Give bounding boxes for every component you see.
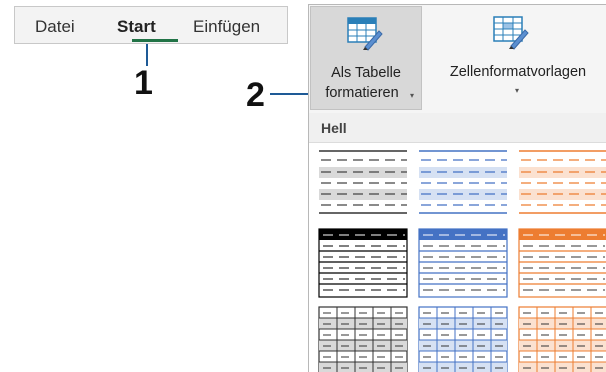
table-style-light-9[interactable] <box>517 305 606 372</box>
table-style-light-6[interactable] <box>517 227 606 299</box>
callout-1-line <box>146 44 148 66</box>
table-style-light-3[interactable] <box>517 147 606 219</box>
format-as-table-label-line2: formatieren <box>325 85 399 101</box>
cell-styles-label: Zellenformatvorlagen <box>449 64 587 80</box>
gallery-section-header: Hell <box>309 113 606 143</box>
callout-2-number: 2 <box>246 76 265 114</box>
table-style-light-7[interactable] <box>317 305 409 372</box>
table-style-icon <box>347 17 383 51</box>
chevron-down-icon: ▾ <box>515 86 520 95</box>
tab-start[interactable]: Start <box>117 17 156 37</box>
callout-1-number: 1 <box>134 64 153 102</box>
table-style-light-1[interactable] <box>317 147 409 219</box>
chevron-down-icon: ▾ <box>410 91 415 100</box>
cell-styles-button[interactable]: Zellenformatvorlagen ▾ <box>429 6 606 110</box>
styles-ribbon-group: Als Tabelle formatieren ▾ Zellenformatvo… <box>309 5 606 114</box>
tab-datei[interactable]: Datei <box>35 17 75 37</box>
format-as-table-panel: Als Tabelle formatieren ▾ Zellenformatvo… <box>308 4 606 372</box>
table-style-light-5[interactable] <box>417 227 509 299</box>
gallery-section-label: Hell <box>321 120 347 136</box>
table-style-light-4[interactable] <box>317 227 409 299</box>
cell-styles-icon <box>493 16 529 50</box>
tab-einfuegen[interactable]: Einfügen <box>193 17 260 37</box>
active-tab-indicator <box>132 39 178 42</box>
table-style-light-2[interactable] <box>417 147 509 219</box>
table-style-light-8[interactable] <box>417 305 509 372</box>
ribbon-tab-strip: Datei Start Einfügen <box>14 6 288 44</box>
format-as-table-button[interactable]: Als Tabelle formatieren ▾ <box>310 6 422 110</box>
format-as-table-label-line1: Als Tabelle <box>331 65 401 81</box>
